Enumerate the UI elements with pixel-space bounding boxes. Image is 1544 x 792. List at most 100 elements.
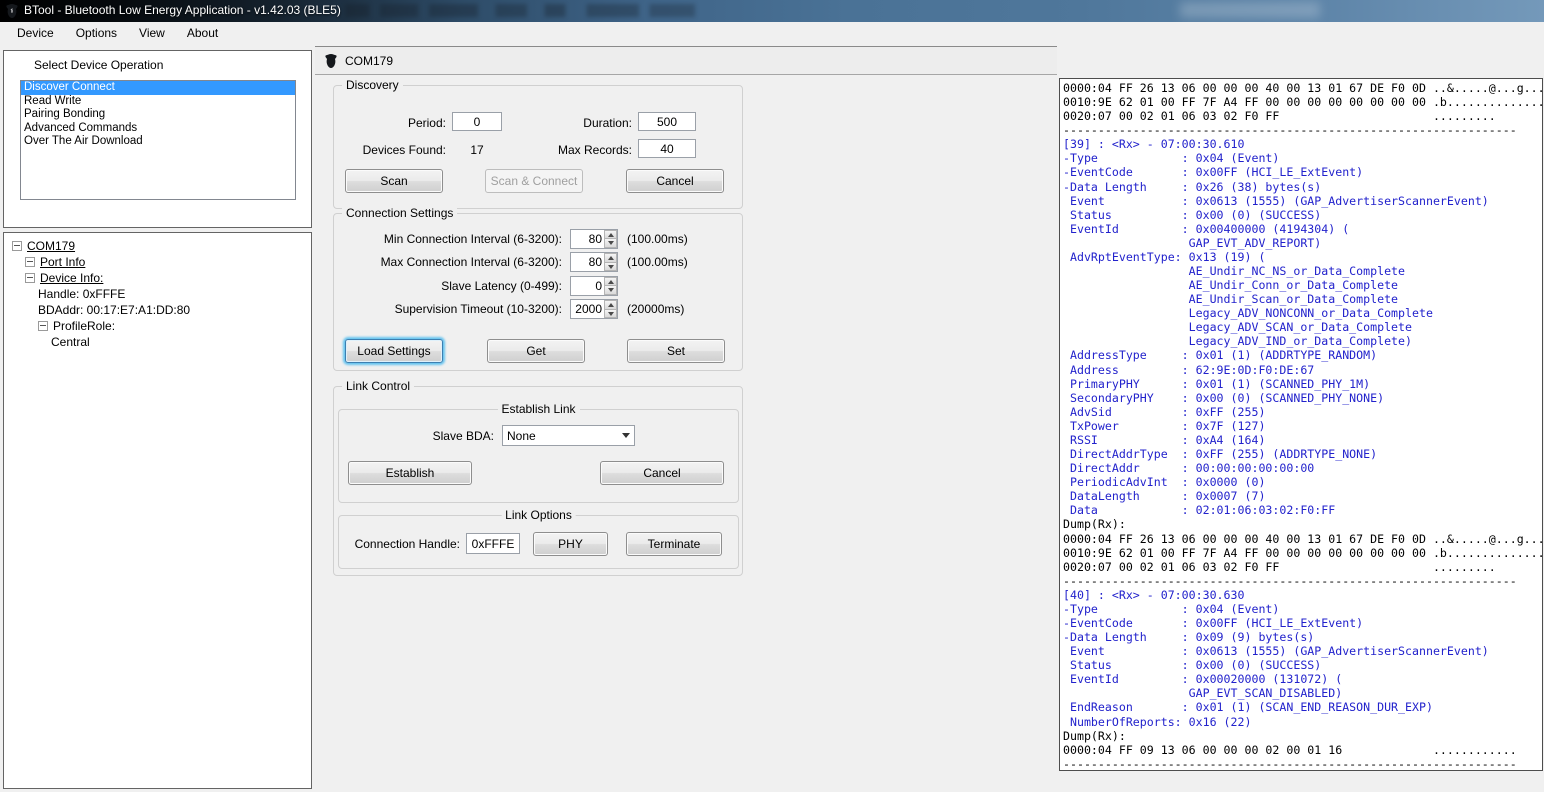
log-line: -Type : 0x04 (Event) <box>1063 602 1542 616</box>
log-line: PeriodicAdvInt : 0x0000 (0) <box>1063 475 1542 489</box>
setting-label: Supervision Timeout (10-3200): <box>342 302 562 316</box>
link-options-title: Link Options <box>501 508 576 522</box>
tab-strip[interactable]: COM179 <box>315 46 1057 75</box>
log-line: TxPower : 0x7F (127) <box>1063 419 1542 433</box>
phy-button[interactable]: PHY <box>533 532 608 556</box>
menu-item-device[interactable]: Device <box>6 22 65 45</box>
operation-list[interactable]: Discover ConnectRead WritePairing Bondin… <box>20 80 296 200</box>
log-line: AdvRptEventType: 0x13 (19) ( <box>1063 250 1542 264</box>
spinner-value[interactable]: 0 <box>571 277 604 295</box>
discovery-group: Discovery Period: Duration: Devices Foun… <box>333 85 743 209</box>
number-spinner[interactable]: 0 <box>570 276 618 296</box>
log-line: DataLength : 0x0007 (7) <box>1063 489 1542 503</box>
number-spinner[interactable]: 80 <box>570 252 618 272</box>
log-line: AddressType : 0x01 (1) (ADDRTYPE_RANDOM) <box>1063 348 1542 362</box>
establish-button[interactable]: Establish <box>348 461 472 485</box>
log-line: EndReason : 0x01 (1) (SCAN_END_REASON_DU… <box>1063 700 1542 714</box>
background-window-bleed <box>345 4 695 17</box>
background-window-glow <box>1180 2 1320 18</box>
log-line: DirectAddr : 00:00:00:00:00:00 <box>1063 461 1542 475</box>
connection-handle-input[interactable] <box>466 533 520 554</box>
chevron-down-icon[interactable] <box>617 426 634 445</box>
tree-expand-box[interactable] <box>38 321 48 331</box>
spin-up-button[interactable] <box>604 300 617 310</box>
tree-node-label: Port Info <box>40 254 85 270</box>
discovery-cancel-button[interactable]: Cancel <box>626 169 724 193</box>
menu-item-view[interactable]: View <box>128 22 176 45</box>
operation-item[interactable]: Pairing Bonding <box>21 108 295 122</box>
period-input[interactable] <box>452 112 502 131</box>
tree-node[interactable]: ProfileRole: <box>8 318 309 334</box>
operation-item[interactable]: Over The Air Download <box>21 135 295 149</box>
log-line: NumberOfReports: 0x16 (22) <box>1063 715 1542 729</box>
get-button[interactable]: Get <box>487 339 585 363</box>
duration-label: Duration: <box>532 116 632 130</box>
spin-down-button[interactable] <box>604 239 617 248</box>
log-line: -Data Length : 0x26 (38) bytes(s) <box>1063 180 1542 194</box>
setting-label: Slave Latency (0-499): <box>342 279 562 293</box>
log-line: Address : 62:9E:0D:F0:DE:67 <box>1063 363 1542 377</box>
set-button[interactable]: Set <box>627 339 725 363</box>
tree-node[interactable]: Port Info <box>8 254 309 270</box>
slave-bda-label: Slave BDA: <box>349 429 494 443</box>
operation-item[interactable]: Advanced Commands <box>21 122 295 136</box>
establish-link-title: Establish Link <box>497 402 579 416</box>
duration-input[interactable] <box>638 112 696 131</box>
number-spinner[interactable]: 80 <box>570 229 618 249</box>
device-tree: COM179Port InfoDevice Info:Handle: 0xFFF… <box>8 238 309 350</box>
device-operation-label: Select Device Operation <box>34 58 163 72</box>
scan-button[interactable]: Scan <box>345 169 443 193</box>
spin-down-button[interactable] <box>604 310 617 319</box>
menu-item-options[interactable]: Options <box>65 22 128 45</box>
max-records-label: Max Records: <box>532 143 632 157</box>
tree-node[interactable]: Handle: 0xFFFE <box>8 286 309 302</box>
number-spinner[interactable]: 2000 <box>570 299 618 319</box>
spinner-value[interactable]: 2000 <box>571 300 604 318</box>
log-line: GAP_EVT_ADV_REPORT) <box>1063 236 1542 250</box>
spin-down-button[interactable] <box>604 263 617 272</box>
establish-cancel-button[interactable]: Cancel <box>600 461 724 485</box>
tree-expand-box[interactable] <box>25 273 35 283</box>
tree-node[interactable]: Device Info: <box>8 270 309 286</box>
log-line: AdvSid : 0xFF (255) <box>1063 405 1542 419</box>
log-line: Event : 0x0613 (1555) (GAP_AdvertiserSca… <box>1063 644 1542 658</box>
terminate-button[interactable]: Terminate <box>626 532 722 556</box>
log-line: Legacy_ADV_IND_or_Data_Complete) <box>1063 334 1542 348</box>
device-tree-panel: COM179Port InfoDevice Info:Handle: 0xFFF… <box>3 232 312 789</box>
tree-expand-box[interactable] <box>25 257 35 267</box>
tree-expand-box[interactable] <box>12 241 22 251</box>
setting-label: Min Connection Interval (6-3200): <box>342 232 562 246</box>
tree-node[interactable]: Central <box>8 334 309 350</box>
spin-up-button[interactable] <box>604 277 617 287</box>
title-bar: ti BTool - Bluetooth Low Energy Applicat… <box>0 0 1544 23</box>
spinner-value[interactable]: 80 <box>571 230 604 248</box>
tree-node-label: Handle: 0xFFFE <box>38 286 125 302</box>
spinner-value[interactable]: 80 <box>571 253 604 271</box>
tree-node[interactable]: COM179 <box>8 238 309 254</box>
setting-ms-suffix: (20000ms) <box>627 302 684 316</box>
log-line: RSSI : 0xA4 (164) <box>1063 433 1542 447</box>
max-records-input[interactable] <box>638 139 696 158</box>
log-line: 0000:04 FF 09 13 06 00 00 00 02 00 01 16… <box>1063 743 1542 757</box>
setting-ms-suffix: (100.00ms) <box>627 255 688 269</box>
setting-ms-suffix: (100.00ms) <box>627 232 688 246</box>
log-line: ----------------------------------------… <box>1063 757 1542 771</box>
event-log[interactable]: 0000:04 FF 26 13 06 00 00 00 40 00 13 01… <box>1059 78 1543 771</box>
spin-up-button[interactable] <box>604 253 617 263</box>
operation-item[interactable]: Read Write <box>21 95 295 109</box>
log-line: 0020:07 00 02 01 06 03 02 F0 FF ........… <box>1063 109 1542 123</box>
spin-down-button[interactable] <box>604 286 617 295</box>
establish-link-group: Establish Link Slave BDA: None Establish… <box>338 409 739 503</box>
log-line: 0010:9E 62 01 00 FF 7F A4 FF 00 00 00 00… <box>1063 546 1542 560</box>
log-line: -EventCode : 0x00FF (HCI_LE_ExtEvent) <box>1063 165 1542 179</box>
operation-item[interactable]: Discover Connect <box>21 81 295 95</box>
ti-logo-icon: ti <box>4 3 20 19</box>
spin-up-button[interactable] <box>604 230 617 240</box>
load-settings-button[interactable]: Load Settings <box>345 339 443 363</box>
slave-bda-select[interactable]: None <box>502 425 635 446</box>
link-control-group: Link Control Establish Link Slave BDA: N… <box>333 386 743 576</box>
menu-item-about[interactable]: About <box>176 22 229 45</box>
scan-connect-button[interactable]: Scan & Connect <box>485 169 583 193</box>
tab-com179[interactable]: COM179 <box>345 54 393 68</box>
tree-node[interactable]: BDAddr: 00:17:E7:A1:DD:80 <box>8 302 309 318</box>
